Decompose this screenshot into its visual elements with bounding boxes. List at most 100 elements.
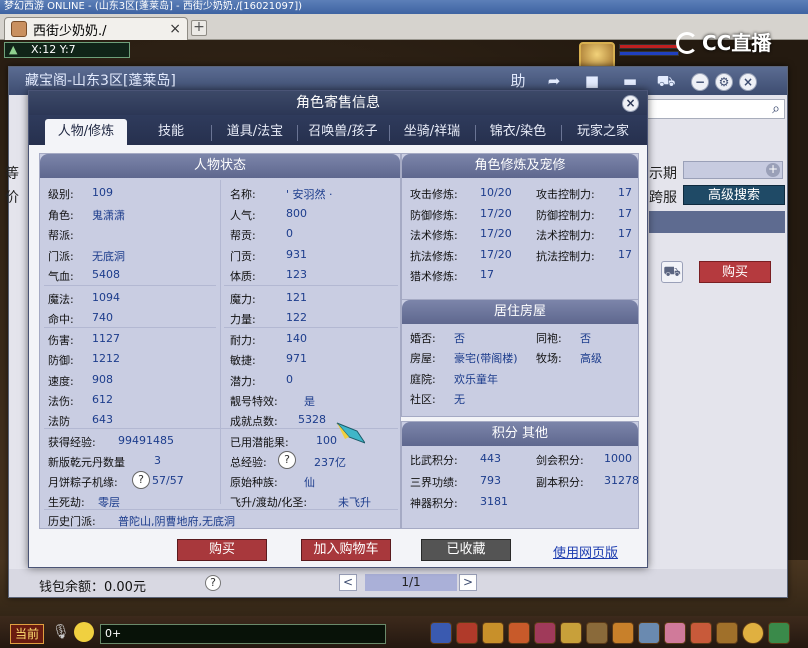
score-value-2: 1000	[604, 452, 632, 465]
house-row: 社区: 无	[410, 391, 465, 407]
tab-mounts[interactable]: 坐骑/祥瑞	[391, 119, 473, 145]
wallet-help-icon[interactable]: ?	[205, 575, 221, 591]
control-value: 17	[618, 248, 632, 261]
stat-row: 法伤: 612	[48, 393, 113, 409]
score-label-2: 剑会积分:	[536, 454, 584, 467]
chat-input[interactable]: 0+	[100, 624, 386, 644]
side-label-price: 价	[5, 190, 19, 206]
friend-icon[interactable]	[560, 622, 582, 644]
stat-label: 法防	[48, 415, 70, 428]
outer-buy-button[interactable]: 购买	[699, 261, 771, 283]
period-filter[interactable]: +	[683, 161, 783, 179]
row-divider	[44, 285, 216, 286]
cultivation-value: 17	[480, 268, 494, 281]
system-icon[interactable]	[768, 622, 790, 644]
close-outer-button[interactable]: ×	[739, 73, 757, 91]
side-label-level: 等	[5, 166, 19, 182]
help-icon[interactable]: 助	[507, 71, 529, 91]
hud-bars	[619, 44, 679, 58]
add-to-cart-button[interactable]: 加入购物车	[301, 539, 391, 561]
stat-row: 门派: 无底洞	[48, 248, 125, 264]
stat-value: 1212	[92, 352, 120, 365]
stat-row: 门贡: 931	[230, 248, 307, 264]
share-icon[interactable]: ➦	[543, 71, 565, 91]
add-to-cart-icon[interactable]: ⛟	[661, 261, 683, 283]
microphone-icon[interactable]: 🎙	[52, 624, 70, 640]
dialog-close-button[interactable]: ×	[622, 95, 639, 112]
house-value: 无	[454, 393, 465, 406]
stat-label: 法伤:	[48, 395, 74, 408]
tab-character[interactable]: 人物/修炼	[45, 119, 127, 145]
favorited-button[interactable]: 已收藏	[421, 539, 511, 561]
team-icon[interactable]	[534, 622, 556, 644]
stat-label: 人气:	[230, 209, 256, 222]
house-label-2: 牧场:	[536, 352, 562, 365]
mooncake-value: 57/57	[152, 474, 184, 487]
search-input[interactable]: ⌕	[633, 99, 785, 119]
score-value: 3181	[480, 495, 508, 508]
tab-player-home[interactable]: 玩家之家	[563, 119, 643, 145]
skill-icon[interactable]	[508, 622, 530, 644]
stat-value: 123	[286, 268, 307, 281]
total-exp-help-icon[interactable]: ?	[278, 451, 296, 469]
stat-row: 名称: ' 安羽然 ·	[230, 186, 333, 202]
tab-summons[interactable]: 召唤兽/孩子	[299, 119, 387, 145]
page-indicator: 1/1	[365, 574, 457, 591]
stat-row: 力量: 122	[230, 311, 307, 327]
chat-icon[interactable]: ▬	[619, 71, 641, 91]
life-death-row: 生死劫: 零层	[48, 494, 120, 510]
total-exp-label: 总经验:	[230, 456, 267, 469]
stat-label: 敏捷:	[230, 354, 256, 367]
browser-tab[interactable]: 西街少奶奶./ ×	[4, 17, 188, 40]
use-web-version-link[interactable]: 使用网页版	[553, 542, 618, 561]
stat-value: 无底洞	[92, 250, 125, 263]
stat-row: 法防 643	[48, 413, 113, 429]
stat-value: 是	[304, 395, 315, 408]
add-filter-icon[interactable]: +	[766, 163, 780, 177]
column-divider	[220, 180, 221, 504]
emoji-icon[interactable]	[74, 622, 94, 642]
stat-label: 伤害:	[48, 334, 74, 347]
peach-icon[interactable]	[664, 622, 686, 644]
next-page-button[interactable]: >	[459, 574, 477, 591]
tab-outfits[interactable]: 锦衣/染色	[477, 119, 559, 145]
control-label: 抗法控制力:	[536, 250, 595, 263]
search-icon[interactable]: ⌕	[772, 101, 780, 117]
minimize-button[interactable]: −	[691, 73, 709, 91]
sword-icon[interactable]	[430, 622, 452, 644]
house-label-2: 同袍:	[536, 332, 562, 345]
guild-icon[interactable]	[586, 622, 608, 644]
prev-page-button[interactable]: <	[339, 574, 357, 591]
row-divider	[44, 509, 398, 510]
tab-divider	[297, 125, 298, 141]
stat-label: 体质:	[230, 270, 256, 283]
control-value: 17	[618, 207, 632, 220]
stat-value: 鬼潇潇	[92, 209, 125, 222]
advanced-search-button[interactable]: 高级搜索	[683, 185, 785, 205]
stat-value: 5328	[298, 413, 326, 426]
map-icon[interactable]	[638, 622, 660, 644]
achievement-icon[interactable]	[716, 622, 738, 644]
mooncake-label: 月饼粽子机缘:	[48, 476, 118, 489]
gift-icon[interactable]	[690, 622, 712, 644]
coordinate-readout: ▲ X:12 Y:7	[4, 42, 130, 58]
smiley-icon[interactable]	[742, 622, 764, 644]
tab-skills[interactable]: 技能	[133, 119, 209, 145]
tab-divider	[211, 125, 212, 141]
buy-button[interactable]: 购买	[177, 539, 267, 561]
bag-icon[interactable]	[456, 622, 478, 644]
score-value: 443	[480, 452, 501, 465]
mooncake-help-icon[interactable]: ?	[132, 471, 150, 489]
close-tab-icon[interactable]: ×	[169, 21, 181, 37]
new-tab-button[interactable]: +	[191, 20, 207, 36]
stat-value: 1094	[92, 291, 120, 304]
chat-channel-button[interactable]: 当前	[10, 624, 44, 644]
cart-icon[interactable]: ⛟	[655, 71, 677, 91]
stop-icon[interactable]: ■	[581, 71, 603, 91]
mail-icon[interactable]	[612, 622, 634, 644]
tab-divider	[561, 125, 562, 141]
pet-icon[interactable]	[482, 622, 504, 644]
settings-button[interactable]: ⚙	[715, 73, 733, 91]
stat-label: 帮贡:	[230, 229, 256, 242]
tab-items[interactable]: 道具/法宝	[215, 119, 295, 145]
